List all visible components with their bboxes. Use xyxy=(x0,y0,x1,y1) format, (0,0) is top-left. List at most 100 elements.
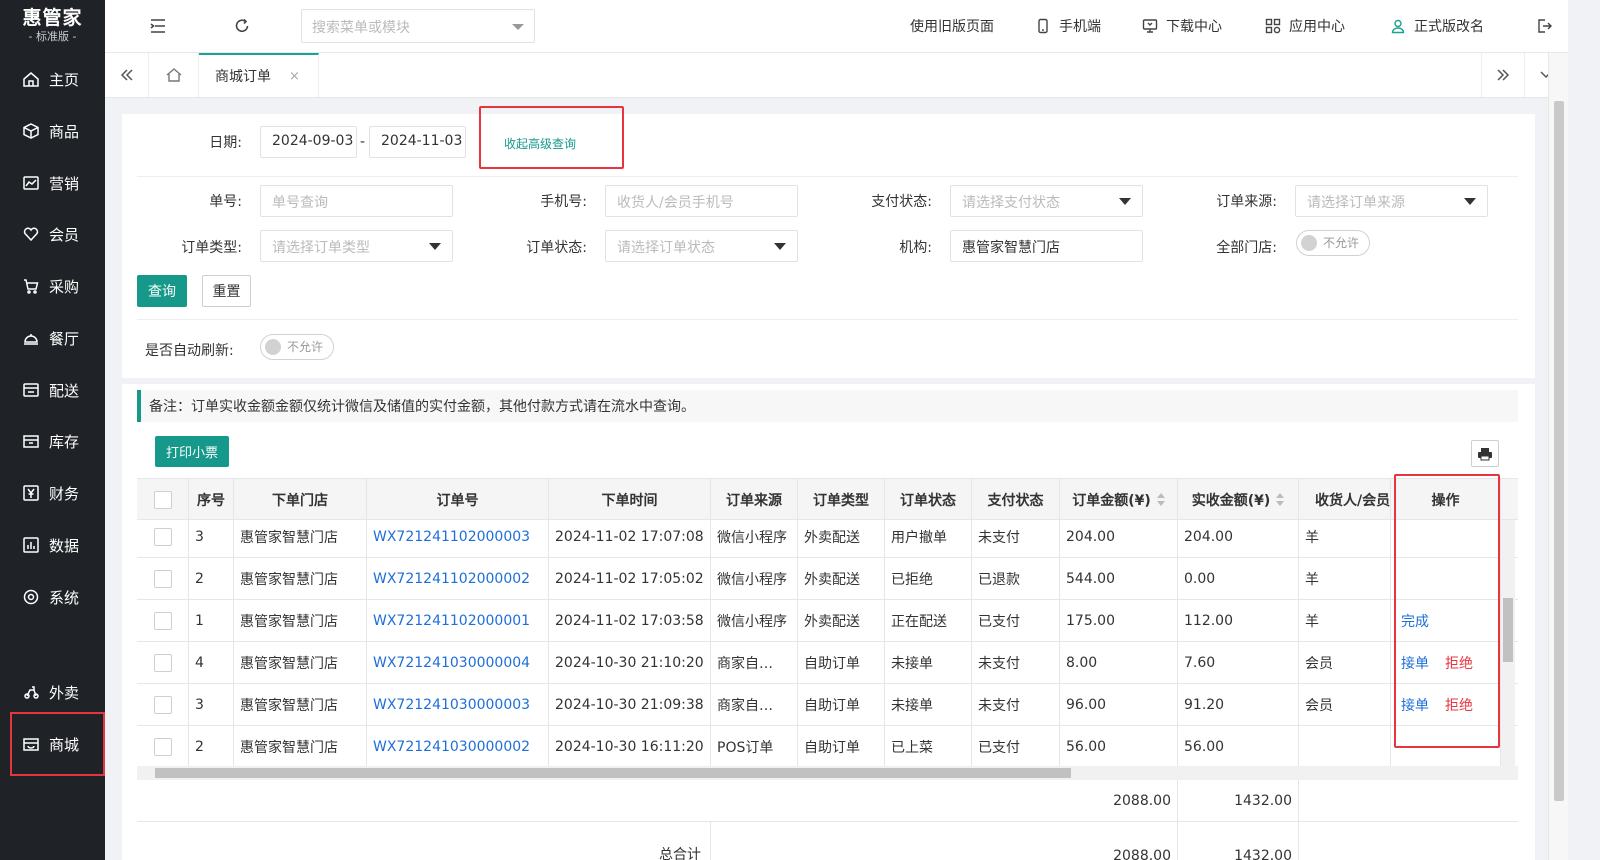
double-chevron-right-icon xyxy=(1497,69,1510,81)
order-number-link[interactable]: WX721241102000002 xyxy=(367,558,549,600)
menu-search-input[interactable]: 搜索菜单或模块 xyxy=(301,9,535,43)
auto-refresh-toggle[interactable]: 不允许 xyxy=(260,334,334,360)
row-checkbox[interactable] xyxy=(153,612,172,630)
account-menu[interactable]: 正式版改名 xyxy=(1390,16,1484,36)
status-placeholder: 请选择订单状态 xyxy=(617,240,715,256)
logo-edition-text: 标准版 xyxy=(36,30,69,43)
cell-seq: 3 xyxy=(189,520,234,558)
menu-collapse-icon[interactable] xyxy=(147,15,169,37)
sort-icon[interactable] xyxy=(1276,493,1285,507)
table-row[interactable]: 4 惠管家智慧门店 WX721241030000004 2024-10-30 21:1… xyxy=(137,642,1518,684)
sidebar-item-inventory[interactable]: 库存 xyxy=(0,421,105,461)
sidebar-item-products[interactable]: 商品 xyxy=(0,111,105,151)
table-vertical-scrollbar[interactable] xyxy=(1501,520,1515,766)
order-number-link[interactable]: WX721241030000003 xyxy=(367,684,549,726)
order-number-link[interactable]: WX721241102000003 xyxy=(367,520,549,558)
sidebar-item-home[interactable]: 主页 xyxy=(0,59,105,99)
order-number-link[interactable]: WX721241030000002 xyxy=(367,726,549,766)
col-header-sortable[interactable]: 订单金额(¥) xyxy=(1060,479,1178,521)
table-row[interactable]: 1 惠管家智慧门店 WX721241102000001 2024-11-02 17:0… xyxy=(137,600,1518,642)
caret-down-icon xyxy=(429,243,441,250)
page-scrollbar[interactable] xyxy=(1548,53,1568,860)
warehouse-icon xyxy=(22,432,40,450)
sidebar-item-takeout[interactable]: 外卖 xyxy=(0,672,105,712)
row-checkbox[interactable] xyxy=(153,738,172,756)
type-label: 订单类型: xyxy=(181,240,242,256)
sidebar-item-purchase[interactable]: 采购 xyxy=(0,266,105,306)
export-button[interactable] xyxy=(1471,440,1499,467)
chevron-down-icon xyxy=(512,24,524,30)
source-select[interactable]: 请选择订单来源 xyxy=(1295,185,1488,217)
status-select[interactable]: 请选择订单状态 xyxy=(605,230,798,262)
tab-mall-orders[interactable]: 商城订单 × xyxy=(199,53,319,97)
logout-icon[interactable] xyxy=(1533,15,1555,37)
store-icon xyxy=(22,735,40,753)
sidebar-item-store[interactable]: 商城 xyxy=(10,712,105,776)
box-icon xyxy=(22,122,40,140)
cell-seq: 4 xyxy=(189,642,234,684)
table-horizontal-scrollbar-thumb[interactable] xyxy=(155,768,1071,778)
download-center-link[interactable]: 下载中心 xyxy=(1142,16,1222,36)
delivery-icon xyxy=(22,381,40,399)
page-total-received: 1432.00 xyxy=(1178,780,1299,822)
cell-store: 惠管家智慧门店 xyxy=(234,558,367,600)
pay-status-select[interactable]: 请选择支付状态 xyxy=(950,185,1143,217)
date-start-input[interactable]: 2024-09-03 xyxy=(260,126,357,158)
row-checkbox[interactable] xyxy=(153,528,172,546)
sidebar-item-data[interactable]: 数据 xyxy=(0,525,105,565)
logo[interactable]: 惠管家 - 标准版 - xyxy=(0,0,105,52)
sidebar-item-members[interactable]: 会员 xyxy=(0,214,105,254)
phone-input[interactable]: 收货人/会员手机号 xyxy=(605,185,798,217)
sidebar-item-finance[interactable]: 财务 xyxy=(0,473,105,513)
col-header-label: 实收金额(¥) xyxy=(1191,493,1271,509)
old-page-link[interactable]: 使用旧版页面 xyxy=(910,16,994,36)
tabs-scroll-left-button[interactable] xyxy=(105,53,149,97)
query-button[interactable]: 查询 xyxy=(137,275,187,307)
col-header-sortable[interactable]: 实收金额(¥) xyxy=(1178,479,1299,521)
cell-received: 56.00 xyxy=(1178,726,1299,766)
table-row[interactable]: 3 惠管家智慧门店 WX721241102000003 2024-11-02 17:0… xyxy=(137,520,1518,558)
refresh-icon[interactable] xyxy=(231,15,253,37)
reset-button[interactable]: 重置 xyxy=(202,275,251,307)
sidebar-item-label: 商城 xyxy=(49,735,80,754)
sidebar-item-system[interactable]: 系统 xyxy=(0,577,105,617)
col-header: 订单来源 xyxy=(711,479,798,521)
cell-store: 惠管家智慧门店 xyxy=(234,642,367,684)
cell-source: 商家自… xyxy=(711,642,798,684)
close-icon[interactable]: × xyxy=(289,69,300,84)
tabs-scroll-right-button[interactable] xyxy=(1481,53,1525,97)
old-page-label: 使用旧版页面 xyxy=(910,19,994,35)
cell-received: 91.20 xyxy=(1178,684,1299,726)
sort-icon[interactable] xyxy=(1156,493,1165,507)
order-number-link[interactable]: WX721241030000004 xyxy=(367,642,549,684)
order-number-link[interactable]: WX721241102000001 xyxy=(367,600,549,642)
table-row[interactable]: 3 惠管家智慧门店 WX721241030000003 2024-10-30 21:0… xyxy=(137,684,1518,726)
select-all-checkbox[interactable] xyxy=(153,491,172,509)
cell-received: 204.00 xyxy=(1178,520,1299,558)
row-checkbox[interactable] xyxy=(153,570,172,588)
monitor-icon xyxy=(1142,19,1158,33)
org-input[interactable]: 惠管家智慧门店 xyxy=(950,230,1143,262)
mobile-link[interactable]: 手机端 xyxy=(1035,16,1101,36)
type-placeholder: 请选择订单类型 xyxy=(272,240,370,256)
sidebar-item-label: 系统 xyxy=(49,588,80,607)
all-stores-toggle[interactable]: 不允许 xyxy=(1296,230,1370,256)
type-select[interactable]: 请选择订单类型 xyxy=(260,230,453,262)
table-row[interactable]: 2 惠管家智慧门店 WX721241030000002 2024-10-30 16:1… xyxy=(137,726,1518,766)
row-checkbox[interactable] xyxy=(153,654,172,672)
sidebar-item-delivery[interactable]: 配送 xyxy=(0,370,105,410)
page-scrollbar-thumb[interactable] xyxy=(1554,101,1564,801)
sidebar-item-restaurant[interactable]: 餐厅 xyxy=(0,318,105,358)
date-end-input[interactable]: 2024-11-03 xyxy=(369,126,466,158)
sidebar-item-marketing[interactable]: 营销 xyxy=(0,163,105,203)
table-horizontal-scrollbar[interactable] xyxy=(137,766,1518,780)
phone-icon xyxy=(1038,18,1048,34)
home-tab[interactable] xyxy=(149,53,199,97)
row-checkbox[interactable] xyxy=(153,696,172,714)
order-no-input[interactable]: 单号查询 xyxy=(260,185,453,217)
table-row[interactable]: 2 惠管家智慧门店 WX721241102000002 2024-11-02 17:0… xyxy=(137,558,1518,600)
edge-strip xyxy=(1568,0,1600,860)
app-center-link[interactable]: 应用中心 xyxy=(1265,16,1345,36)
print-receipt-button[interactable]: 打印小票 xyxy=(155,436,229,467)
table-vertical-scrollbar-thumb[interactable] xyxy=(1503,598,1513,662)
